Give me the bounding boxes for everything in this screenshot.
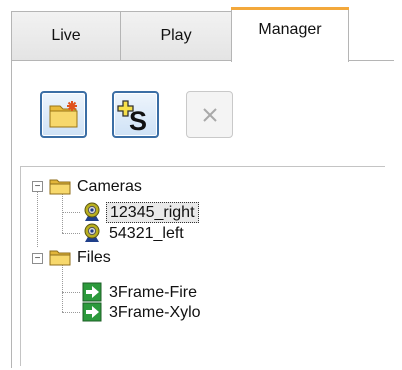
add-source-icon: S bbox=[116, 99, 147, 133]
video-file-icon bbox=[82, 282, 102, 302]
tab-live[interactable]: Live bbox=[11, 11, 121, 60]
camera-icon bbox=[84, 223, 100, 242]
tab-manager-label: Manager bbox=[258, 21, 322, 38]
tree-connector bbox=[37, 187, 38, 247]
tab-manager[interactable]: Manager bbox=[231, 7, 349, 62]
tab-play-label: Play bbox=[160, 27, 192, 44]
new-folder-icon bbox=[49, 100, 77, 127]
folder-icon bbox=[49, 179, 71, 195]
tree-connector bbox=[62, 312, 80, 313]
tree-connector bbox=[62, 212, 80, 213]
tree-connector bbox=[62, 292, 80, 293]
manager-panel: S − Cameras 12345_right 54321_left − Fil… bbox=[11, 60, 394, 368]
tree-group-label: Files bbox=[77, 248, 111, 266]
tree-item-label: 12345_right bbox=[106, 201, 199, 223]
tree-item-camera[interactable]: 54321_left bbox=[81, 223, 187, 243]
tree-item-label: 3Frame-Xylo bbox=[109, 303, 201, 321]
files-collapse-toggle[interactable]: − bbox=[32, 253, 43, 264]
camera-icon bbox=[84, 202, 100, 221]
tree-group-cameras[interactable]: Cameras bbox=[49, 176, 145, 196]
source-tree[interactable]: − Cameras 12345_right 54321_left − Files… bbox=[20, 166, 385, 366]
tab-live-label: Live bbox=[51, 27, 81, 44]
add-source-icon-letter: S bbox=[129, 106, 147, 133]
new-folder-button[interactable] bbox=[40, 91, 87, 138]
tree-item-file[interactable]: 3Frame-Fire bbox=[81, 282, 200, 302]
cameras-collapse-toggle[interactable]: − bbox=[32, 181, 43, 192]
tree-connector bbox=[62, 233, 80, 234]
tree-item-file[interactable]: 3Frame-Xylo bbox=[81, 302, 204, 322]
tree-group-label: Cameras bbox=[77, 177, 142, 195]
folder-icon bbox=[49, 250, 71, 266]
tree-group-files[interactable]: Files bbox=[49, 247, 114, 267]
add-source-button[interactable]: S bbox=[112, 91, 159, 138]
tab-play[interactable]: Play bbox=[120, 11, 232, 60]
tree-item-camera[interactable]: 12345_right bbox=[81, 201, 199, 223]
close-icon bbox=[202, 107, 217, 122]
tree-item-label: 54321_left bbox=[109, 224, 184, 242]
tree-item-label: 3Frame-Fire bbox=[109, 283, 198, 301]
remove-button[interactable] bbox=[186, 91, 233, 138]
video-file-icon bbox=[82, 302, 102, 322]
tree-connector bbox=[62, 265, 63, 312]
